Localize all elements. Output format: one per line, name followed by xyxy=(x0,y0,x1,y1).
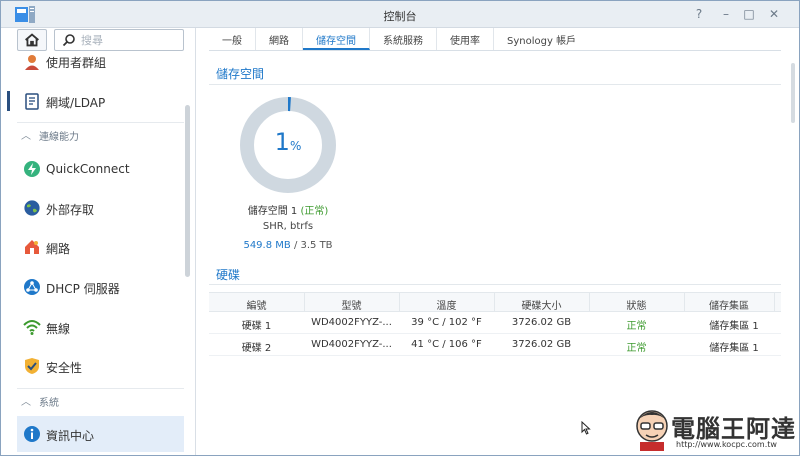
minimize-button[interactable]: – xyxy=(719,7,733,21)
volume-used: 549.8 MB xyxy=(243,240,291,251)
volume-status: (正常) xyxy=(300,206,329,217)
sidebar-item-security[interactable]: 安全性 xyxy=(1,348,184,384)
usage-percent-unit: % xyxy=(289,139,302,153)
sidebar: 使用者群組 網域/LDAP ︿ 連線能力 QuickConnect xyxy=(1,28,196,455)
volume-total: / 3.5 TB xyxy=(293,240,333,251)
sidebar-item-label: 資訊中心 xyxy=(46,429,95,443)
sidebar-item-label: 網路 xyxy=(46,242,71,256)
column-header-status[interactable]: 狀態 xyxy=(589,297,684,312)
watermark: 電腦王阿達 http://www.kocpc.com.tw xyxy=(632,406,798,454)
cell-id: 硬碟 1 xyxy=(241,321,272,332)
table-row[interactable]: 硬碟 1 WD4002FYYZ-... 39 °C / 102 °F 3726.… xyxy=(209,312,781,334)
column-header-size[interactable]: 硬碟大小 xyxy=(494,297,589,312)
wifi-icon xyxy=(23,320,41,335)
sidebar-item-external-access[interactable]: 外部存取 xyxy=(1,190,184,226)
main-scrollbar[interactable] xyxy=(791,63,795,123)
cell-size: 3726.02 GB xyxy=(511,339,572,350)
volume-name: 儲存空間 1 (正常) xyxy=(225,202,351,217)
column-header-temperature[interactable]: 溫度 xyxy=(399,297,494,312)
cell-id: 硬碟 2 xyxy=(241,343,272,354)
users-icon xyxy=(25,55,39,70)
home-icon xyxy=(25,33,39,47)
cell-size: 3726.02 GB xyxy=(511,317,572,328)
close-button[interactable]: ✕ xyxy=(767,7,781,21)
cell-temperature: 39 °C / 102 °F xyxy=(411,317,482,328)
home-button[interactable] xyxy=(17,29,47,51)
section-title: 連線能力 xyxy=(39,132,79,143)
column-header-model[interactable]: 型號 xyxy=(304,297,399,312)
cell-model: WD4002FYYZ-... xyxy=(311,339,392,350)
cell-pool: 儲存集區 1 xyxy=(709,321,759,332)
search-input[interactable] xyxy=(81,32,179,48)
watermark-url: http://www.kocpc.com.tw xyxy=(676,440,777,449)
chevron-up-icon: ︿ xyxy=(21,131,31,142)
cell-temperature: 41 °C / 106 °F xyxy=(411,339,482,350)
column-header-id[interactable]: 編號 xyxy=(209,297,304,312)
watermark-text: 電腦王阿達 xyxy=(671,415,796,443)
title-bar: 控制台 ? – □ ✕ xyxy=(1,1,799,28)
window-title: 控制台 xyxy=(383,10,417,23)
tab-resource-monitor[interactable]: 使用率 xyxy=(437,28,494,50)
directory-icon xyxy=(25,93,39,110)
maximize-button[interactable]: □ xyxy=(742,7,756,21)
sidebar-item-label: 外部存取 xyxy=(46,203,95,217)
globe-icon xyxy=(23,199,41,217)
tab-storage[interactable]: 儲存空間 xyxy=(303,28,370,50)
main-panel: 一般 網路 儲存空間 系統服務 使用率 Synology 帳戶 儲存空間 1% … xyxy=(197,28,799,455)
shield-icon xyxy=(25,358,39,374)
sidebar-item-label: QuickConnect xyxy=(46,162,130,176)
sidebar-item-label: 安全性 xyxy=(46,361,83,375)
cell-pool: 儲存集區 1 xyxy=(709,343,759,354)
table-header: 編號 型號 溫度 硬碟大小 狀態 儲存集區 xyxy=(209,292,781,312)
storage-heading: 儲存空間 xyxy=(216,67,265,81)
mascot-logo-icon xyxy=(636,410,668,451)
quickconnect-icon xyxy=(24,161,40,177)
divider xyxy=(209,284,781,285)
tab-bar: 一般 網路 儲存空間 系統服務 使用率 Synology 帳戶 xyxy=(209,28,781,51)
sidebar-item-dhcp-server[interactable]: DHCP 伺服器 xyxy=(1,269,184,305)
control-panel-window: 控制台 ? – □ ✕ 使用者群組 xyxy=(0,0,800,456)
search-icon xyxy=(62,34,75,47)
disks-heading: 硬碟 xyxy=(216,268,241,282)
section-system[interactable]: ︿ 系統 xyxy=(17,388,184,412)
sidebar-item-label: 使用者群組 xyxy=(46,56,107,70)
tab-network[interactable]: 網路 xyxy=(256,28,303,50)
sidebar-item-quickconnect[interactable]: QuickConnect xyxy=(1,151,184,187)
help-button[interactable]: ? xyxy=(692,7,706,21)
section-title: 系統 xyxy=(39,398,59,409)
disk-table: 編號 型號 溫度 硬碟大小 狀態 儲存集區 硬碟 1 WD4002FYYZ-..… xyxy=(209,292,781,356)
dhcp-icon xyxy=(24,279,40,295)
chevron-up-icon: ︿ xyxy=(21,397,31,408)
volume-label: 儲存空間 1 xyxy=(247,206,298,217)
usage-percent-value: 1 xyxy=(274,128,290,156)
cell-model: WD4002FYYZ-... xyxy=(311,317,392,328)
mouse-cursor-icon xyxy=(581,421,591,435)
tab-general[interactable]: 一般 xyxy=(209,28,256,50)
sidebar-item-wireless[interactable]: 無線 xyxy=(1,309,184,345)
usage-percent: 1% xyxy=(240,128,336,156)
sidebar-item-domain-ldap[interactable]: 網域/LDAP xyxy=(1,83,184,119)
cell-status: 正常 xyxy=(626,321,647,332)
volume-filesystem: SHR, btrfs xyxy=(262,221,314,232)
sidebar-item-network[interactable]: 網路 xyxy=(1,229,184,265)
column-header-pool[interactable]: 儲存集區 xyxy=(684,297,774,312)
sidebar-item-info-center[interactable]: 資訊中心 xyxy=(17,416,184,452)
divider xyxy=(209,84,781,85)
sidebar-item-label: 無線 xyxy=(46,322,71,336)
column-divider xyxy=(774,293,775,312)
sidebar-scrollbar[interactable] xyxy=(185,105,190,277)
volume-capacity: 549.8 MB / 3.5 TB xyxy=(225,240,351,251)
network-icon xyxy=(25,240,39,254)
tab-synology-account[interactable]: Synology 帳戶 xyxy=(494,28,589,50)
search-box[interactable] xyxy=(54,29,184,51)
info-icon xyxy=(24,426,40,442)
table-row[interactable]: 硬碟 2 WD4002FYYZ-... 41 °C / 106 °F 3726.… xyxy=(209,334,781,356)
sidebar-item-label: DHCP 伺服器 xyxy=(46,282,120,296)
tab-services[interactable]: 系統服務 xyxy=(370,28,437,50)
section-connectivity[interactable]: ︿ 連線能力 xyxy=(17,122,184,146)
sidebar-item-label: 網域/LDAP xyxy=(46,96,106,110)
cell-status: 正常 xyxy=(626,343,647,354)
